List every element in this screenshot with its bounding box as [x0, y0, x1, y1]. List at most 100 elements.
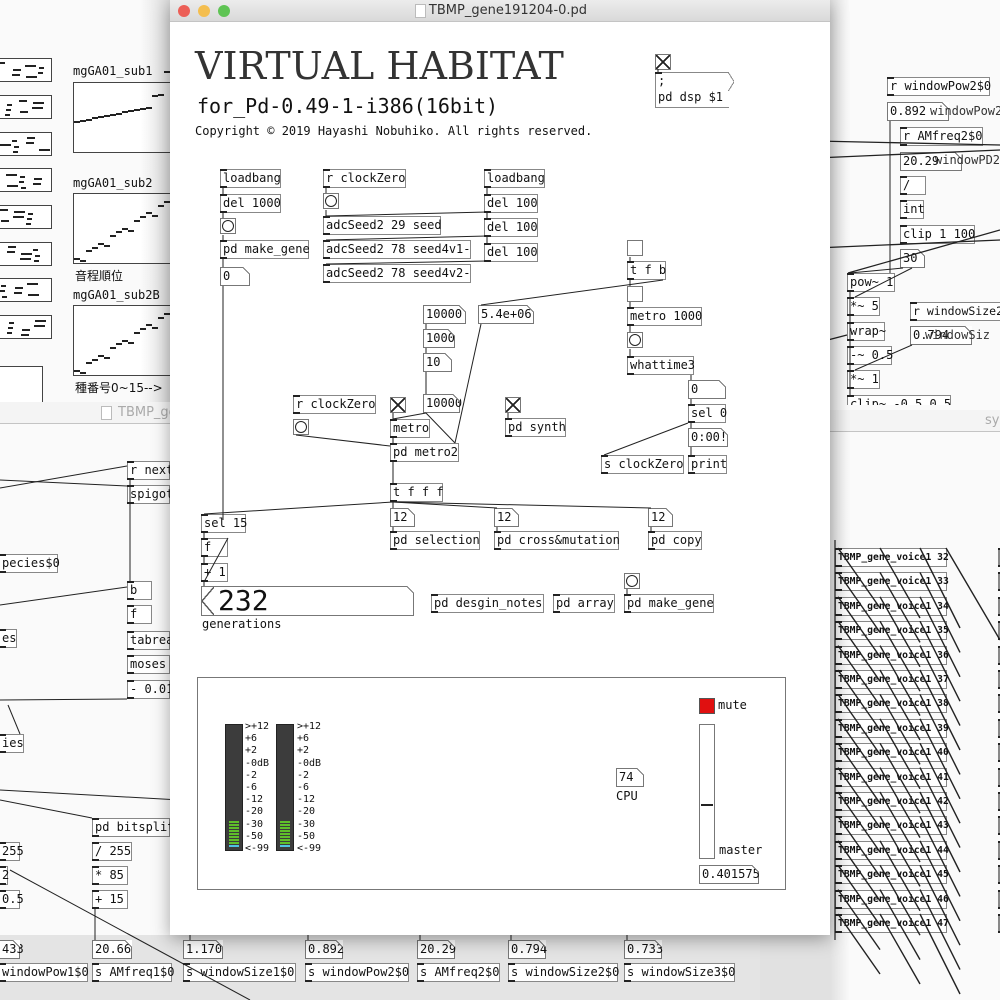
- small-array-graph[interactable]: [0, 205, 52, 229]
- patch-cord[interactable]: [425, 412, 456, 444]
- object-box[interactable]: int: [900, 200, 925, 219]
- object-box[interactable]: sel 0: [688, 404, 727, 423]
- patch-cord[interactable]: [392, 501, 652, 509]
- object-box[interactable]: r windowSize2: [910, 302, 1000, 321]
- voice-object[interactable]: TBMP_gene_voice1 39: [835, 718, 949, 738]
- object-box[interactable]: pow~ 1: [847, 273, 895, 292]
- small-array-graph[interactable]: [0, 242, 52, 266]
- object-box[interactable]: 0.5: [0, 890, 24, 909]
- number-box[interactable]: 30: [900, 249, 925, 268]
- object-box[interactable]: clip 1 100: [900, 225, 975, 244]
- object-box[interactable]: del 1000: [220, 194, 281, 213]
- small-array-graph[interactable]: [0, 315, 52, 339]
- object-box[interactable]: pd bitsplit: [92, 818, 174, 837]
- small-array-graph[interactable]: [0, 168, 52, 192]
- small-array-graph[interactable]: [0, 132, 52, 156]
- object-box[interactable]: pd metro2: [390, 443, 459, 462]
- master-value-box[interactable]: 0.401575: [699, 865, 760, 884]
- object-box[interactable]: r next: [127, 461, 173, 480]
- object-box[interactable]: + 1: [201, 563, 228, 582]
- object-box[interactable]: spigot: [127, 485, 173, 504]
- object-box[interactable]: pd cross&mutation: [494, 531, 620, 550]
- object-box[interactable]: pd make_gene: [220, 240, 310, 259]
- patch-cord[interactable]: [295, 434, 391, 447]
- toggle-checkbox[interactable]: [505, 397, 521, 413]
- object-box[interactable]: r windowPow2$0: [887, 77, 991, 96]
- voice-object[interactable]: TBMP_gene_voice1 32: [835, 548, 949, 567]
- voice-object[interactable]: TBMP_gene_voice1 47: [835, 914, 949, 933]
- patch-cord[interactable]: [0, 465, 128, 489]
- patch-cord[interactable]: [7, 704, 21, 735]
- object-box[interactable]: r AMfreq2$0: [900, 127, 983, 146]
- bang-button[interactable]: [624, 573, 640, 589]
- object-box[interactable]: loadbang: [220, 169, 281, 188]
- object-box[interactable]: /: [900, 176, 926, 195]
- voice-object[interactable]: TBMP_gene_voice1 43: [835, 816, 949, 836]
- object-box[interactable]: pd synth: [505, 418, 566, 437]
- number-box[interactable]: 0.892: [305, 940, 344, 959]
- object-box[interactable]: del 100: [484, 218, 538, 237]
- object-box[interactable]: moses: [127, 655, 170, 674]
- number-box[interactable]: 12: [648, 508, 673, 527]
- patch-cord[interactable]: [203, 501, 394, 515]
- toggle-checkbox[interactable]: [390, 397, 406, 413]
- object-box[interactable]: s windowSize3$0: [624, 963, 735, 982]
- object-box[interactable]: *~ 1: [847, 370, 880, 389]
- object-box[interactable]: pd array: [553, 594, 615, 613]
- voice-object[interactable]: TBMP_gene_voice1 44: [835, 840, 949, 860]
- object-box[interactable]: 2: [0, 866, 9, 885]
- object-box[interactable]: windowPow1$0: [0, 963, 89, 982]
- voice-object[interactable]: TBMP_gene_voice1 41: [835, 767, 949, 787]
- generations-number-box[interactable]: 232: [201, 586, 414, 616]
- object-box[interactable]: s windowPow2$0: [305, 963, 409, 982]
- number-box[interactable]: 1.170: [183, 940, 223, 959]
- object-box[interactable]: es: [0, 629, 17, 648]
- voice-object[interactable]: TBMP_gene_voice1 34: [835, 596, 949, 616]
- object-box[interactable]: b: [127, 581, 152, 600]
- object-box[interactable]: adcSeed2 78 seed4v2-: [323, 264, 471, 283]
- object-box[interactable]: s clockZero: [601, 455, 684, 474]
- number-box[interactable]: 1000: [423, 329, 455, 348]
- patch-cord[interactable]: [0, 586, 128, 606]
- small-array-graph[interactable]: [0, 278, 52, 302]
- patch-cord[interactable]: [0, 789, 181, 801]
- object-box[interactable]: metro 1000: [627, 307, 702, 326]
- small-array-graph[interactable]: [0, 58, 52, 82]
- voice-object[interactable]: TBMP_gene_voice1 33: [835, 572, 949, 592]
- object-box[interactable]: whattime3: [627, 356, 695, 375]
- object-box[interactable]: wrap~: [847, 322, 886, 341]
- object-box[interactable]: adcSeed2 78 seed4v1-: [323, 240, 471, 259]
- object-box[interactable]: s windowSize2$0: [508, 963, 619, 982]
- close-button[interactable]: [178, 5, 190, 17]
- bang-button[interactable]: [323, 193, 339, 209]
- object-box[interactable]: s windowSize1$0: [183, 963, 296, 982]
- number-box[interactable]: 0.733: [624, 940, 663, 959]
- object-box[interactable]: pd desgin_notes: [431, 594, 544, 613]
- minimize-button[interactable]: [198, 5, 210, 17]
- patch-cord[interactable]: [0, 799, 93, 819]
- object-box[interactable]: r clockZero: [293, 395, 376, 414]
- number-box[interactable]: 12: [390, 508, 415, 527]
- object-box[interactable]: r clockZero: [323, 169, 406, 188]
- object-box[interactable]: s AMfreq1$0: [92, 963, 174, 982]
- number-box[interactable]: 433: [0, 940, 24, 959]
- number-box[interactable]: 10000: [423, 394, 462, 413]
- object-box[interactable]: t f b: [627, 261, 666, 280]
- bang-button[interactable]: [220, 218, 236, 234]
- object-box[interactable]: t f f f: [390, 483, 444, 502]
- object-box[interactable]: tabrea: [127, 631, 173, 650]
- toggle-checkbox[interactable]: [655, 54, 671, 70]
- object-box[interactable]: metro: [390, 419, 430, 438]
- patch-cord[interactable]: [603, 422, 689, 456]
- object-box[interactable]: *~ 5: [847, 297, 880, 316]
- bang-button[interactable]: [293, 419, 309, 435]
- object-box[interactable]: + 15: [92, 890, 128, 909]
- number-box[interactable]: 0:00!: [688, 428, 728, 447]
- number-box[interactable]: 20.29: [417, 940, 456, 959]
- voice-object[interactable]: TBMP_gene_voice1 46: [835, 889, 949, 909]
- number-box[interactable]: 12: [494, 508, 519, 527]
- dsp-message-box[interactable]: ; pd dsp $1: [655, 72, 734, 108]
- object-box[interactable]: s AMfreq2$0: [417, 963, 500, 982]
- object-box[interactable]: del 100: [484, 243, 538, 262]
- patch-cord[interactable]: [945, 547, 1000, 641]
